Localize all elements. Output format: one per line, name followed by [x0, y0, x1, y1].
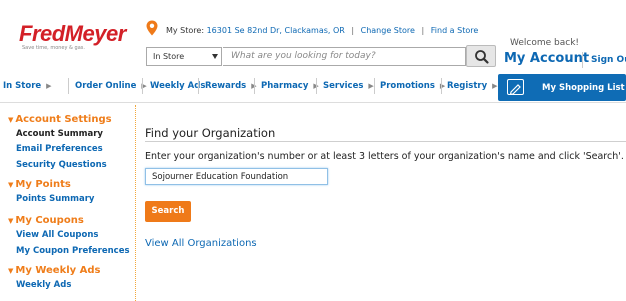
nav-label: Rewards	[205, 81, 247, 91]
sidebar-item-security-questions[interactable]: Security Questions	[16, 160, 107, 170]
search-scope-select[interactable]: In Store	[146, 47, 222, 66]
sidebar-section-my-weekly-ads[interactable]: ▼ My Weekly Ads	[8, 265, 101, 276]
triangle-down-icon: ▼	[8, 217, 14, 225]
nav-item-order-online[interactable]: Order Online ▶	[75, 81, 147, 91]
sidebar-item-email-preferences[interactable]: Email Preferences	[16, 144, 103, 154]
divider	[254, 78, 255, 94]
chevron-right-icon: ▶	[46, 82, 52, 90]
triangle-down-icon: ▼	[8, 181, 14, 189]
sidebar-item-my-coupon-preferences[interactable]: My Coupon Preferences	[16, 246, 130, 256]
nav-label: In Store	[3, 81, 42, 91]
nav-item-registry[interactable]: Registry ▶	[447, 81, 498, 91]
organization-search-input[interactable]	[145, 168, 328, 185]
shopping-list-label: My Shopping List (0)	[542, 83, 626, 93]
store-info: My Store: 16301 Se 82nd Dr, Clackamas, O…	[166, 26, 478, 35]
divider	[145, 141, 626, 142]
search-placeholder: What are you looking for today?	[231, 51, 376, 61]
store-prefix: My Store:	[166, 26, 205, 35]
triangle-down-icon: ▼	[8, 267, 14, 275]
separator: |	[351, 26, 355, 35]
nav-label: Pharmacy	[261, 81, 309, 91]
welcome-text: Welcome back!	[510, 38, 580, 48]
nav-item-in-store[interactable]: In Store ▶	[3, 81, 52, 91]
section-title: My Weekly Ads	[15, 265, 101, 276]
section-title: My Points	[15, 179, 71, 190]
sign-out-link[interactable]: Sign Out	[591, 55, 626, 65]
search-scope-value: In Store	[153, 52, 185, 61]
divider	[68, 78, 69, 94]
nav-item-promotions[interactable]: Promotions ▶	[380, 81, 445, 91]
change-store-link[interactable]: Change Store	[361, 26, 415, 35]
sidebar-item-account-summary[interactable]: Account Summary	[16, 129, 103, 139]
divider	[316, 78, 317, 94]
sidebar-item-points-summary[interactable]: Points Summary	[16, 194, 94, 204]
fred-meyer-logo[interactable]: FredMeyer Save time, money & gas.	[19, 21, 126, 52]
dropdown-arrow-icon	[212, 54, 218, 59]
divider	[0, 102, 626, 103]
store-address[interactable]: 16301 Se 82nd Dr, Clackamas, OR	[207, 26, 345, 35]
location-pin-icon	[146, 20, 158, 36]
account-sidebar: ▼ Account Settings Account Summary Email …	[0, 105, 136, 301]
sidebar-section-account-settings[interactable]: ▼ Account Settings	[8, 114, 112, 125]
section-title: Account Settings	[15, 114, 112, 125]
logo-text: FredMeyer	[19, 21, 126, 46]
chevron-right-icon: ▶	[492, 82, 498, 90]
instructions-text: Enter your organization's number or at l…	[145, 151, 624, 162]
divider	[374, 78, 375, 94]
page-title: Find your Organization	[145, 126, 276, 140]
search-button[interactable]: Search	[145, 201, 191, 222]
search-button[interactable]	[466, 45, 496, 67]
nav-item-services[interactable]: Services ▶	[323, 81, 374, 91]
my-account-link[interactable]: My Account	[504, 51, 589, 66]
nav-item-rewards[interactable]: Rewards▶	[205, 81, 257, 91]
shopping-list-icon	[507, 79, 524, 96]
nav-item-pharmacy[interactable]: Pharmacy▶	[261, 81, 319, 91]
divider	[198, 78, 199, 94]
find-store-link[interactable]: Find a Store	[431, 26, 479, 35]
nav-label: Services	[323, 81, 364, 91]
sidebar-item-weekly-ads[interactable]: Weekly Ads	[16, 280, 71, 290]
sidebar-item-view-all-coupons[interactable]: View All Coupons	[16, 230, 98, 240]
divider	[441, 78, 442, 94]
section-title: My Coupons	[15, 215, 84, 226]
nav-label: Promotions	[380, 81, 435, 91]
search-icon	[475, 50, 489, 64]
shopping-list-button[interactable]: My Shopping List (0)	[498, 74, 626, 101]
nav-label: Registry	[447, 81, 488, 91]
divider	[142, 78, 143, 94]
divider	[582, 52, 583, 68]
triangle-down-icon: ▼	[8, 116, 14, 124]
separator: |	[421, 26, 425, 35]
view-all-organizations-link[interactable]: View All Organizations	[145, 238, 257, 249]
chevron-right-icon: ▶	[368, 82, 374, 90]
search-input[interactable]: What are you looking for today?	[223, 47, 466, 66]
nav-label: Order Online	[75, 81, 137, 91]
sidebar-section-my-points[interactable]: ▼ My Points	[8, 179, 71, 190]
sidebar-section-my-coupons[interactable]: ▼ My Coupons	[8, 215, 84, 226]
